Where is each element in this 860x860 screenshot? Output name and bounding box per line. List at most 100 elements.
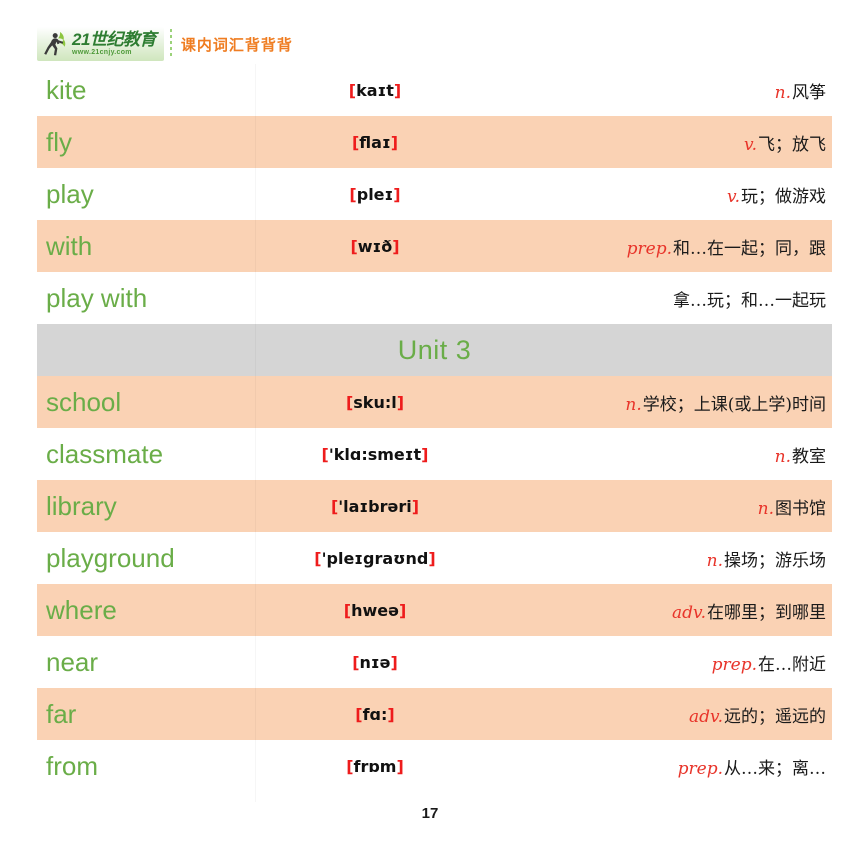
word-cell: school <box>37 376 264 428</box>
part-of-speech: n. <box>774 446 791 467</box>
phonetic-text: 'laɪbrəri <box>338 496 412 516</box>
phonetic-cell: [sku:l] <box>264 376 486 428</box>
phonetic-cell: [frɒm] <box>264 740 486 792</box>
phonetic-cell: ['laɪbrəri] <box>264 480 486 532</box>
word-cell: play with <box>37 272 264 324</box>
phonetic-cell: [hweə] <box>264 584 486 636</box>
phonetic-text: kaɪt <box>356 80 394 100</box>
part-of-speech: adv. <box>671 602 706 623</box>
part-of-speech: prep. <box>711 654 757 675</box>
word-cell: with <box>37 220 264 272</box>
vocabulary-row: where [hweə] adv.在哪里；到哪里 <box>37 584 832 636</box>
phonetic-bracket-open: [ <box>352 652 360 672</box>
definition-text: 飞；放飞 <box>758 134 826 155</box>
word-text: far <box>46 699 77 729</box>
phonetic-bracket-close: ] <box>396 392 405 412</box>
brand-url: www.21cnjy.com <box>72 49 132 56</box>
phonetic-cell: [fɑ:] <box>264 688 486 740</box>
vocabulary-row: library ['laɪbrəri] n.图书馆 <box>37 480 832 532</box>
part-of-speech: prep. <box>677 758 723 779</box>
definition-text: 在…附近 <box>758 654 826 675</box>
vocabulary-row: far [fɑ:] adv.远的；遥远的 <box>37 688 832 740</box>
word-cell: from <box>37 740 264 792</box>
phonetic-bracket-open: [ <box>346 756 354 776</box>
phonetic-bracket-close: ] <box>393 184 401 204</box>
phonetic-bracket-open: [ <box>348 80 357 100</box>
vocabulary-table-body: kite [kaɪt] n.风筝 fly [flaɪ] v.飞；放飞 play [pleɪ] v… <box>37 64 832 792</box>
phonetic-cell: [kaɪt] <box>264 64 486 116</box>
definition-cell: adv.远的；遥远的 <box>486 688 832 740</box>
word-text: where <box>46 595 117 625</box>
phonetic-bracket-close: ] <box>390 652 398 672</box>
definition-cell: n.操场；游乐场 <box>486 532 832 584</box>
vocabulary-row: play [pleɪ] v.玩；做游戏 <box>37 168 832 220</box>
definition-cell: prep.和…在一起；同，跟 <box>486 220 832 272</box>
definition-cell: prep.在…附近 <box>486 636 832 688</box>
definition-text: 学校；上课(或上学)时间 <box>642 394 826 415</box>
word-text: classmate <box>46 439 164 469</box>
phonetic-bracket-close: ] <box>398 600 407 620</box>
phonetic-bracket-open: [ <box>343 600 352 620</box>
vocabulary-row: school [sku:l] n.学校；上课(或上学)时间 <box>37 376 832 428</box>
vocabulary-row: playground ['pleɪgraʊnd] n.操场；游乐场 <box>37 532 832 584</box>
phonetic-bracket-open: [ <box>314 548 322 568</box>
phonetic-text: hweə <box>351 600 399 620</box>
page-header: 21世纪教育 www.21cnjy.com 课内词汇背背背 <box>37 24 293 64</box>
part-of-speech: n. <box>774 82 791 103</box>
definition-text: 拿…玩；和…一起玩 <box>673 290 826 311</box>
phonetic-cell: [flaɪ] <box>264 116 486 168</box>
definition-text: 在哪里；到哪里 <box>707 602 826 623</box>
word-text: play with <box>46 283 148 313</box>
vocabulary-row: kite [kaɪt] n.风筝 <box>37 64 832 116</box>
word-cell: kite <box>37 64 264 116</box>
phonetic-bracket-open: [ <box>350 236 358 256</box>
definition-cell: prep.从…来；离… <box>486 740 832 792</box>
vocabulary-row: with [wɪð] prep.和…在一起；同，跟 <box>37 220 832 272</box>
vocabulary-table: kite [kaɪt] n.风筝 fly [flaɪ] v.飞；放飞 play [pleɪ] v… <box>37 64 832 792</box>
running-person-icon <box>41 29 71 59</box>
word-cell: far <box>37 688 264 740</box>
definition-text: 远的；遥远的 <box>724 706 826 727</box>
word-cell: playground <box>37 532 264 584</box>
word-cell: fly <box>37 116 264 168</box>
phonetic-bracket-close: ] <box>428 548 436 568</box>
definition-text: 风筝 <box>792 82 826 103</box>
vocabulary-row: play with 拿…玩；和…一起玩 <box>37 272 832 324</box>
phonetic-bracket-close: ] <box>411 496 420 516</box>
definition-cell: n.图书馆 <box>486 480 832 532</box>
word-text: from <box>46 751 98 781</box>
phonetic-text: flaɪ <box>359 132 391 152</box>
phonetic-text: pleɪ <box>356 184 394 204</box>
vocabulary-row: fly [flaɪ] v.飞；放飞 <box>37 116 832 168</box>
word-text: school <box>46 387 122 417</box>
word-text: near <box>46 647 99 677</box>
part-of-speech: n. <box>757 498 774 519</box>
part-of-speech: n. <box>706 550 723 571</box>
phonetic-text: frɒm <box>353 756 397 776</box>
phonetic-bracket-close: ] <box>396 756 404 776</box>
definition-cell: n.教室 <box>486 428 832 480</box>
phonetic-cell: ['pleɪgraʊnd] <box>264 532 486 584</box>
word-cell: near <box>37 636 264 688</box>
phonetic-bracket-close: ] <box>421 444 429 464</box>
brand-logo-text: 21世纪教育 www.21cnjy.com <box>72 31 156 57</box>
part-of-speech: adv. <box>688 706 723 727</box>
definition-cell: n.风筝 <box>486 64 832 116</box>
phonetic-cell: [pleɪ] <box>264 168 486 220</box>
definition-cell: 拿…玩；和…一起玩 <box>486 272 832 324</box>
phonetic-bracket-close: ] <box>392 236 400 256</box>
header-tagline: 课内词汇背背背 <box>180 35 293 54</box>
phonetic-bracket-open: [ <box>349 184 357 204</box>
phonetic-cell: [nɪə] <box>264 636 486 688</box>
word-cell: where <box>37 584 264 636</box>
phonetic-text: nɪə <box>359 652 391 672</box>
brand-name: 21世纪教育 <box>72 30 156 49</box>
phonetic-cell <box>264 272 486 324</box>
phonetic-cell: [wɪð] <box>264 220 486 272</box>
word-text: fly <box>46 127 72 157</box>
definition-cell: adv.在哪里；到哪里 <box>486 584 832 636</box>
word-text: playground <box>46 543 175 573</box>
phonetic-bracket-open: [ <box>355 704 363 724</box>
definition-cell: n.学校；上课(或上学)时间 <box>486 376 832 428</box>
word-text: kite <box>46 75 87 105</box>
